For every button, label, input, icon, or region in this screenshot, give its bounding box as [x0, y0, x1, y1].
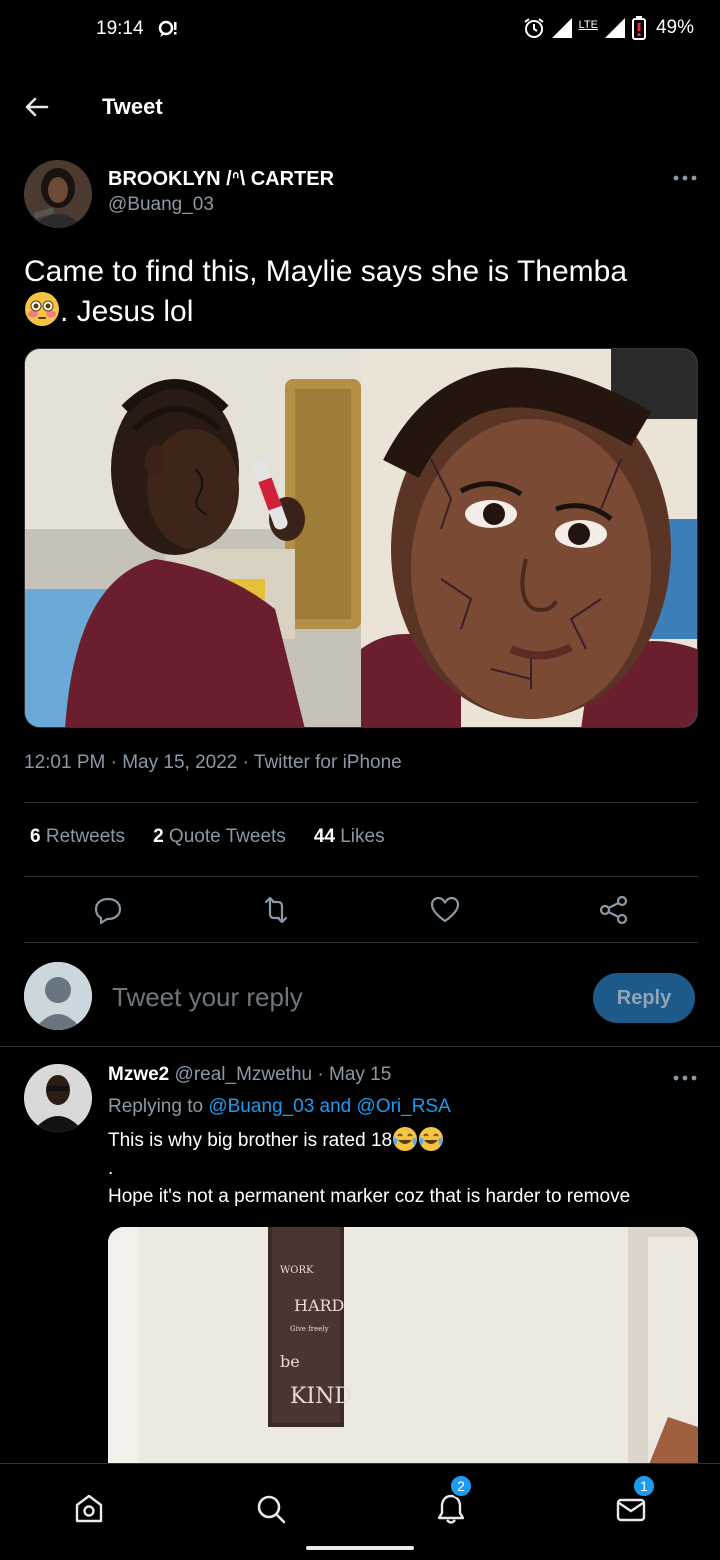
meta-separator: · [110, 752, 123, 773]
search-icon[interactable] [254, 1492, 288, 1526]
reply-icon[interactable] [92, 894, 124, 926]
retweet-icon[interactable] [260, 894, 292, 926]
reply-header: Mzwe2 @real_Mzwethu · May 15 [108, 1064, 391, 1086]
author-avatar[interactable] [24, 160, 92, 228]
replying-to-users[interactable]: @Buang_03 and @Ori_RSA [208, 1096, 450, 1117]
reply-author-name[interactable]: Mzwe2 [108, 1064, 169, 1085]
tweet-source[interactable]: Twitter for iPhone [254, 752, 402, 773]
replying-prefix: Replying to [108, 1096, 204, 1117]
alarm-icon [524, 18, 544, 38]
divider [24, 876, 698, 877]
top-app-bar: Tweet [0, 76, 720, 136]
reply-author-handle[interactable]: @real_Mzwethu [175, 1064, 313, 1085]
tweet-time: 12:01 PM [24, 752, 106, 773]
share-icon[interactable] [598, 894, 630, 926]
reply-text-line2: . [108, 1158, 114, 1179]
meta-separator: · [317, 1064, 324, 1085]
sign-line-give: Give freely [290, 1325, 329, 1333]
likes-stat[interactable]: 44 Likes [314, 826, 385, 848]
sign-line-hard: HARD [294, 1296, 344, 1315]
tweet-timestamp: 12:01 PM · May 15, 2022 · Twitter for iP… [24, 752, 402, 774]
tweet-media[interactable] [24, 348, 698, 728]
reply-author-avatar[interactable] [24, 1064, 92, 1132]
divider [0, 1046, 720, 1047]
reply-text-line1: This is why big brother is rated 18 [108, 1130, 393, 1151]
tweet-stats: 6 Retweets 2 Quote Tweets 44 Likes [30, 826, 385, 848]
reply-media[interactable]: WORK HARD Give freely be KIND [108, 1227, 698, 1467]
tweet-text-part1: Came to find this, Maylie says she is Th… [24, 255, 628, 288]
retweets-stat[interactable]: 6 Retweets [30, 826, 125, 848]
reply-text: This is why big brother is rated 18 . Ho… [108, 1126, 698, 1211]
reply-date: May 15 [329, 1064, 392, 1085]
replying-to: Replying to @Buang_03 and @Ori_RSA [108, 1096, 451, 1118]
notification-icon [158, 20, 177, 37]
network-label: LTE [578, 19, 598, 31]
tweet-text-part2: . Jesus lol [60, 295, 194, 328]
home-indicator[interactable] [306, 1546, 414, 1550]
like-heart-icon[interactable] [429, 894, 461, 926]
reply-text-line3: Hope it's not a permanent marker coz tha… [108, 1186, 631, 1207]
flushed-face-emoji [25, 292, 59, 326]
media-photo-left[interactable] [25, 349, 361, 727]
tweet-text: Came to find this, Maylie says she is Th… [24, 252, 696, 331]
quote-tweets-stat[interactable]: 2 Quote Tweets [153, 826, 286, 848]
tweet-date: May 15, 2022 [122, 752, 238, 773]
reply-button[interactable]: Reply [593, 973, 695, 1023]
status-bar: 19:14 LTE 49% [0, 0, 720, 60]
more-options-icon[interactable] [672, 1070, 698, 1086]
page-title: Tweet [102, 94, 163, 119]
sign-line-be: be [280, 1352, 300, 1371]
tears-of-joy-emoji [419, 1127, 444, 1151]
tears-of-joy-emoji [393, 1127, 418, 1151]
reply-input[interactable]: Tweet your reply [112, 982, 303, 1013]
author-name[interactable]: BROOKLYN /ᐢ\ CARTER [108, 166, 334, 191]
author-handle[interactable]: @Buang_03 [108, 194, 214, 216]
meta-separator: · [242, 752, 254, 773]
status-time: 19:14 [96, 18, 144, 39]
battery-icon [631, 16, 646, 40]
sign-line-kind: KIND [290, 1384, 352, 1409]
arrow-left-icon[interactable] [20, 90, 54, 124]
divider [24, 802, 698, 803]
tweet-actions [0, 890, 720, 930]
battery-percent: 49% [655, 17, 694, 38]
media-photo-right[interactable] [361, 349, 697, 727]
signal-icon [551, 18, 572, 38]
user-avatar-placeholder[interactable] [24, 962, 92, 1030]
home-icon[interactable] [72, 1492, 106, 1526]
divider [24, 942, 698, 943]
notifications-badge: 2 [449, 1474, 473, 1498]
messages-badge: 1 [632, 1474, 656, 1498]
more-options-icon[interactable] [672, 170, 698, 186]
sign-line-work: WORK [280, 1265, 314, 1276]
signal-icon-2 [604, 18, 625, 38]
